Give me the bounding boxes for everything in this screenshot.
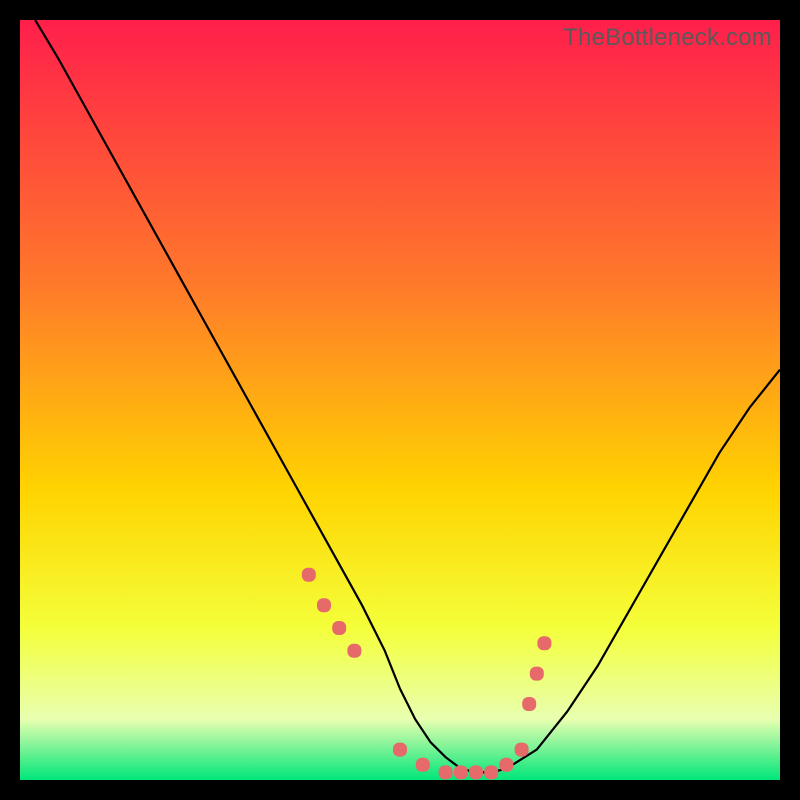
- marker-point: [454, 765, 468, 779]
- marker-point: [484, 765, 498, 779]
- marker-point: [416, 758, 430, 772]
- marker-point: [439, 765, 453, 779]
- bottleneck-chart: [20, 20, 780, 780]
- marker-point: [347, 644, 361, 658]
- gradient-bg: [20, 20, 780, 780]
- marker-point: [515, 743, 529, 757]
- watermark-text: TheBottleneck.com: [563, 24, 772, 52]
- marker-point: [522, 697, 536, 711]
- marker-point: [393, 743, 407, 757]
- marker-point: [317, 598, 331, 612]
- marker-point: [469, 765, 483, 779]
- marker-point: [499, 758, 513, 772]
- marker-point: [537, 636, 551, 650]
- marker-point: [530, 667, 544, 681]
- marker-point: [302, 568, 316, 582]
- marker-point: [332, 621, 346, 635]
- chart-frame: TheBottleneck.com: [20, 20, 780, 780]
